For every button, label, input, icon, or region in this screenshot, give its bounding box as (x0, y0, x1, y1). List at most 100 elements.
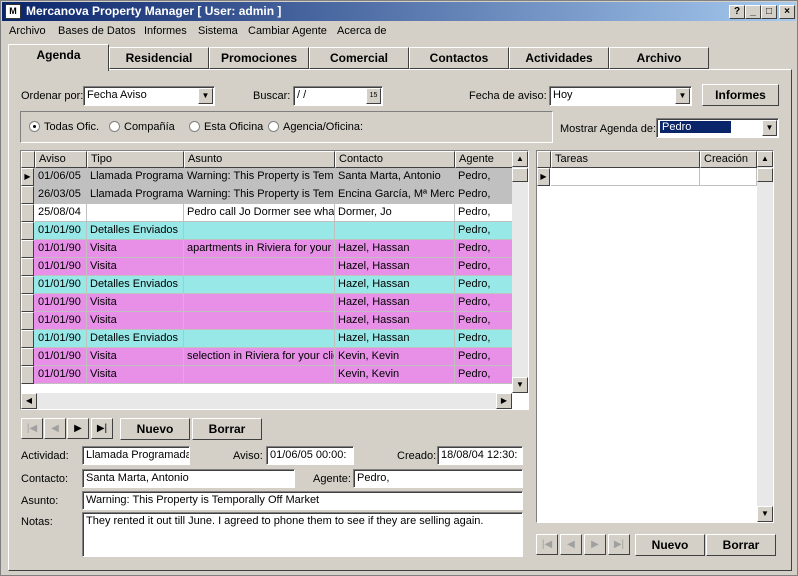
cell-agente[interactable]: Pedro, (455, 276, 513, 294)
chevron-down-icon[interactable]: ▼ (762, 120, 777, 136)
cell-asunto[interactable]: Warning: This Property is Temporally Off… (184, 186, 335, 204)
cell-contacto[interactable]: Encina García, Mª Mercedes (335, 186, 455, 204)
scroll-down-icon[interactable]: ▼ (757, 506, 773, 522)
cell-aviso[interactable]: 01/01/90 (35, 258, 87, 276)
next-record-icon[interactable]: ▶ (67, 418, 89, 439)
creado-field[interactable]: 18/08/04 12:30: (437, 446, 523, 465)
cell-tipo[interactable]: Visita (87, 312, 184, 330)
table-row[interactable]: 25/08/04 Pedro call Jo Dormer see whats h… (21, 204, 513, 222)
row-selector[interactable] (21, 258, 34, 276)
notas-textarea[interactable]: They rented it out till June. I agreed t… (82, 512, 523, 557)
first-record-icon[interactable]: |◀ (21, 418, 43, 439)
cell-tipo[interactable]: Detalles Enviados (87, 330, 184, 348)
radio-todas-ofic[interactable]: Todas Ofic. (29, 121, 99, 133)
menu-bases-de-datos[interactable]: Bases de Datos (58, 25, 136, 37)
cell-tipo[interactable]: Detalles Enviados (87, 276, 184, 294)
cell-agente[interactable]: Pedro, (455, 330, 513, 348)
informes-button[interactable]: Informes (702, 84, 779, 106)
menu-archivo[interactable]: Archivo (9, 25, 46, 37)
cell-contacto[interactable]: Dormer, Jo (335, 204, 455, 222)
table-row[interactable]: 01/01/90 Visita Hazel, Hassan Pedro, (21, 258, 513, 276)
help-button[interactable]: ? (729, 5, 745, 19)
cell-tipo[interactable]: Llamada Programada (87, 186, 184, 204)
cell-contacto[interactable]: Kevin, Kevin (335, 366, 455, 384)
cell-tipo[interactable]: Llamada Programada (87, 168, 184, 186)
cell-tipo[interactable]: Visita (87, 348, 184, 366)
last-record-icon[interactable]: ▶| (91, 418, 113, 439)
tab-agenda[interactable]: Agenda (8, 44, 109, 71)
table-row[interactable]: ▶ (537, 168, 757, 186)
cell-agente[interactable]: Pedro, (455, 348, 513, 366)
task-cell[interactable] (551, 168, 700, 186)
cell-asunto[interactable] (184, 258, 335, 276)
cell-contacto[interactable]: Santa Marta, Antonio (335, 168, 455, 186)
cell-contacto[interactable]: Hazel, Hassan (335, 240, 455, 258)
col-tareas[interactable]: Tareas (551, 151, 700, 168)
tasks-vscrollbar[interactable]: ▲ ▼ (757, 151, 773, 522)
row-selector[interactable] (21, 366, 34, 384)
cell-asunto[interactable] (184, 276, 335, 294)
cell-tipo[interactable]: Visita (87, 366, 184, 384)
cell-agente[interactable]: Pedro, (455, 240, 513, 258)
cell-agente[interactable]: Pedro, (455, 168, 513, 186)
cell-asunto[interactable] (184, 312, 335, 330)
minimize-button[interactable]: _ (745, 5, 761, 19)
cell-agente[interactable]: Pedro, (455, 258, 513, 276)
cell-contacto[interactable]: Hazel, Hassan (335, 330, 455, 348)
table-row[interactable]: 01/01/90 Detalles Enviados Pedro, (21, 222, 513, 240)
menu-sistema[interactable]: Sistema (198, 25, 238, 37)
scroll-left-icon[interactable]: ◀ (21, 393, 37, 409)
cell-asunto[interactable] (184, 366, 335, 384)
cell-aviso[interactable]: 01/01/90 (35, 294, 87, 312)
cell-tipo[interactable]: Visita (87, 294, 184, 312)
cell-contacto[interactable]: Kevin, Kevin (335, 348, 455, 366)
table-row[interactable]: 26/03/05Llamada ProgramadaWarning: This … (21, 186, 513, 204)
table-row[interactable]: 01/01/90 Visita Kevin, Kevin Pedro, (21, 366, 513, 384)
cell-aviso[interactable]: 01/01/90 (35, 240, 87, 258)
maximize-button[interactable]: □ (761, 5, 777, 19)
cell-contacto[interactable]: Hazel, Hassan (335, 258, 455, 276)
cell-aviso[interactable]: 01/01/90 (35, 222, 87, 240)
scroll-down-icon[interactable]: ▼ (512, 377, 528, 393)
agente-field[interactable]: Pedro, (353, 469, 523, 488)
aviso-field[interactable]: 01/06/05 00:00: (266, 446, 354, 465)
cell-agente[interactable]: Pedro, (455, 294, 513, 312)
scroll-right-icon[interactable]: ▶ (496, 393, 512, 409)
table-row[interactable]: 01/01/90 Visita selection in Riviera for y… (21, 348, 513, 366)
buscar-date-input[interactable]: / / 15 (293, 86, 383, 106)
first-record-icon[interactable]: |◀ (536, 534, 558, 555)
col-creacion[interactable]: Creación (700, 151, 757, 168)
cell-tipo[interactable]: Visita (87, 258, 184, 276)
agenda-vscrollbar[interactable]: ▲ ▼ (512, 151, 528, 393)
menu-cambiar-agente[interactable]: Cambiar Agente (248, 25, 327, 37)
radio-esta-oficina[interactable]: Esta Oficina (189, 121, 263, 133)
cell-aviso[interactable]: 25/08/04 (35, 204, 87, 222)
row-selector[interactable] (21, 240, 34, 258)
cell-asunto[interactable] (184, 222, 335, 240)
tasks-borrar-button[interactable]: Borrar (706, 534, 776, 556)
cell-contacto[interactable]: Hazel, Hassan (335, 276, 455, 294)
tab-archivo[interactable]: Archivo (609, 47, 709, 69)
tab-residencial[interactable]: Residencial (109, 47, 209, 69)
cell-contacto[interactable]: Hazel, Hassan (335, 312, 455, 330)
fecha-aviso-select[interactable]: Hoy ▼ (549, 86, 692, 106)
last-record-icon[interactable]: ▶| (608, 534, 630, 555)
next-record-icon[interactable]: ▶ (584, 534, 606, 555)
menu-informes[interactable]: Informes (144, 25, 187, 37)
scroll-thumb[interactable] (757, 168, 773, 182)
scroll-up-icon[interactable]: ▲ (512, 151, 528, 167)
actividad-field[interactable]: Llamada Programada (82, 446, 190, 465)
cell-agente[interactable]: Pedro, (455, 186, 513, 204)
contacto-field[interactable]: Santa Marta, Antonio (82, 469, 295, 488)
ordenar-select[interactable]: Fecha Aviso ▼ (83, 86, 215, 106)
cell-agente[interactable]: Pedro, (455, 222, 513, 240)
table-row[interactable]: 01/01/90 Visita apartments in Riviera for … (21, 240, 513, 258)
cell-asunto[interactable] (184, 294, 335, 312)
cell-aviso[interactable]: 01/01/90 (35, 366, 87, 384)
table-row[interactable]: 01/01/90 Detalles Enviados Hazel, Hassan Pe… (21, 330, 513, 348)
menu-acerca-de[interactable]: Acerca de (337, 25, 387, 37)
calendar-icon[interactable]: 15 (366, 88, 381, 104)
cell-aviso[interactable]: 01/06/05 (35, 168, 87, 186)
close-button[interactable]: × (779, 5, 795, 19)
col-aviso[interactable]: Aviso (35, 151, 87, 168)
